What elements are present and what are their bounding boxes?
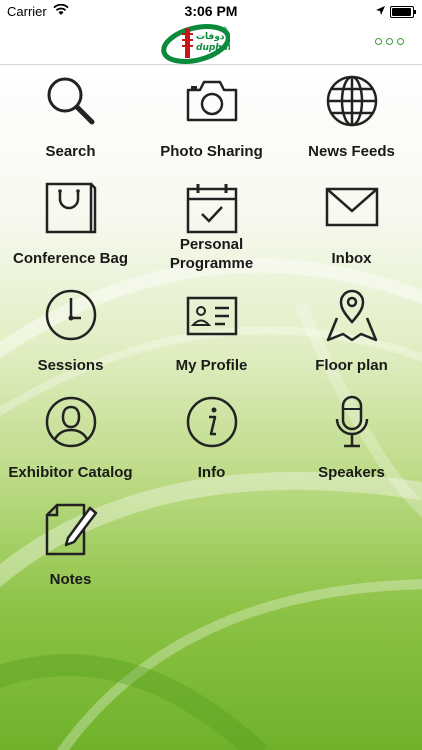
clock-time: 3:06 PM <box>184 3 238 19</box>
info-icon <box>185 395 239 449</box>
menu-item-label: Search <box>45 143 96 160</box>
id-card-icon <box>185 288 239 342</box>
menu-item-inbox[interactable]: Inbox <box>281 181 422 287</box>
menu-item-label: Speakers <box>318 464 385 481</box>
more-dots-icon[interactable] <box>375 38 404 45</box>
menu-item-speakers[interactable]: Speakers <box>281 395 422 501</box>
svg-text:دوفات: دوفات <box>196 32 225 42</box>
svg-text:®: ® <box>222 26 228 33</box>
menu-item-label: My Profile <box>175 357 248 374</box>
app-logo: دوفات duphat ® <box>158 22 233 69</box>
microphone-icon <box>325 395 379 449</box>
menu-item-label: Info <box>197 464 226 481</box>
menu-item-label: Personal Programme <box>169 236 254 272</box>
menu-item-conference-bag[interactable]: Conference Bag <box>0 181 141 287</box>
menu-item-label: Inbox <box>331 250 372 267</box>
clock-icon <box>44 288 98 342</box>
notes-pen-icon <box>44 502 98 556</box>
menu-item-notes[interactable]: Notes <box>0 502 141 608</box>
camera-icon <box>185 74 239 128</box>
menu-item-news-feeds[interactable]: News Feeds <box>281 74 422 180</box>
map-pin-icon <box>325 288 379 342</box>
envelope-icon <box>325 181 379 235</box>
menu-item-sessions[interactable]: Sessions <box>0 288 141 394</box>
menu-item-search[interactable]: Search <box>0 74 141 180</box>
calendar-check-icon <box>185 181 239 235</box>
navigation-bar: دوفات duphat ® <box>0 22 422 65</box>
status-bar: Carrier 3:06 PM <box>0 0 422 22</box>
svg-text:duphat: duphat <box>196 43 230 53</box>
search-icon <box>44 74 98 128</box>
person-icon <box>44 395 98 449</box>
menu-item-label: Floor plan <box>315 357 388 374</box>
menu-item-my-profile[interactable]: My Profile <box>141 288 282 394</box>
menu-item-label: Exhibitor Catalog <box>8 464 133 481</box>
location-arrow-icon <box>375 4 386 19</box>
battery-icon <box>390 6 416 18</box>
menu-item-photo-sharing[interactable]: Photo Sharing <box>141 74 282 180</box>
menu-item-label: Photo Sharing <box>160 143 263 160</box>
menu-item-personal-programme[interactable]: Personal Programme <box>141 181 282 287</box>
menu-item-info[interactable]: Info <box>141 395 282 501</box>
menu-item-label: Notes <box>49 571 92 588</box>
menu-item-floor-plan[interactable]: Floor plan <box>281 288 422 394</box>
menu-item-label: Sessions <box>37 357 104 374</box>
menu-item-label: Conference Bag <box>12 250 129 267</box>
menu-item-exhibitor-catalog[interactable]: Exhibitor Catalog <box>0 395 141 501</box>
globe-icon <box>325 74 379 128</box>
menu-item-label: News Feeds <box>308 143 395 160</box>
bag-icon <box>44 181 98 235</box>
